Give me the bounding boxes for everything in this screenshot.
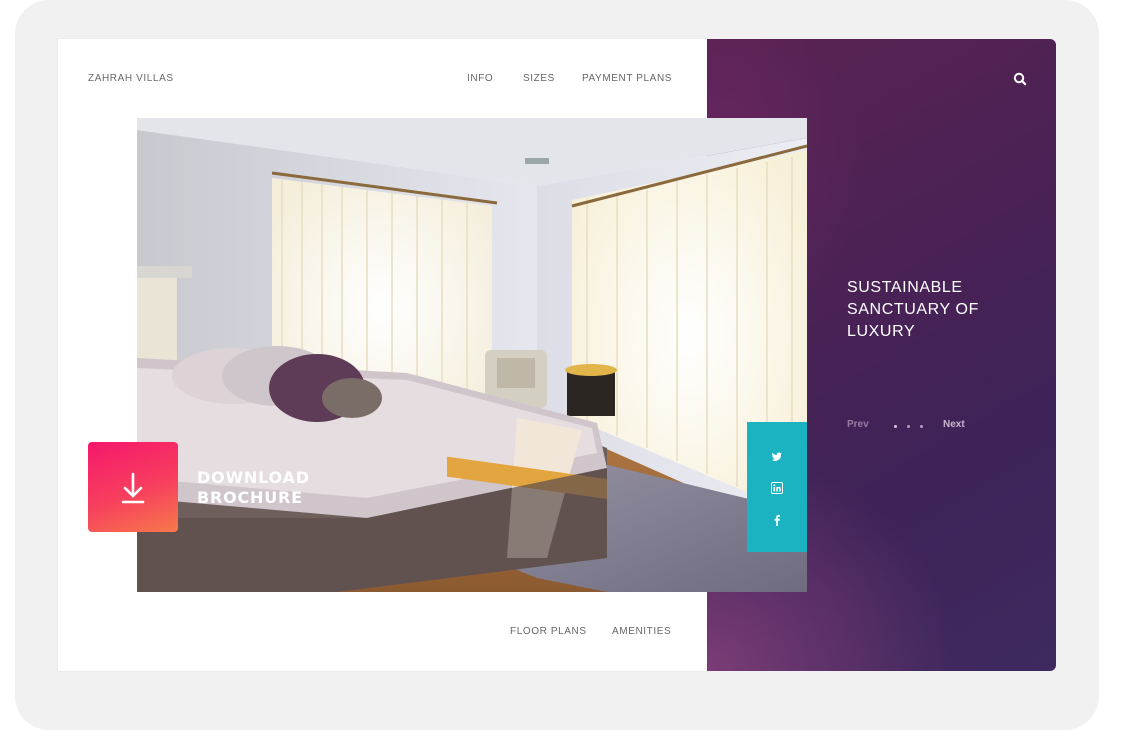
brand-logo[interactable]: ZAHRAH VILLAS — [88, 73, 174, 84]
slider-dot-active[interactable] — [894, 425, 897, 428]
social-share-bar — [747, 422, 807, 552]
hero-tagline: SUSTAINABLE SANCTUARY OF LUXURY — [847, 279, 979, 340]
bedroom-photo — [137, 118, 807, 592]
linkedin-icon[interactable] — [771, 482, 783, 494]
download-brochure-label[interactable]: DOWNLOAD BROCHURE — [197, 468, 337, 508]
slider-prev-link[interactable]: Prev — [847, 419, 869, 430]
facebook-icon[interactable] — [771, 514, 783, 526]
slider-dot[interactable] — [920, 425, 923, 428]
nav-info[interactable]: INFO — [467, 73, 493, 84]
slider-next-link[interactable]: Next — [943, 419, 965, 430]
twitter-icon[interactable] — [771, 451, 783, 463]
download-icon — [121, 472, 145, 504]
download-brochure-button[interactable] — [88, 442, 178, 532]
search-icon[interactable] — [1012, 71, 1028, 87]
nav-sizes[interactable]: SIZES — [523, 73, 555, 84]
slider-dot[interactable] — [907, 425, 910, 428]
nav-amenities[interactable]: AMENITIES — [612, 626, 671, 637]
nav-floor-plans[interactable]: FLOOR PLANS — [510, 626, 587, 637]
nav-payment-plans[interactable]: PAYMENT PLANS — [582, 73, 672, 84]
